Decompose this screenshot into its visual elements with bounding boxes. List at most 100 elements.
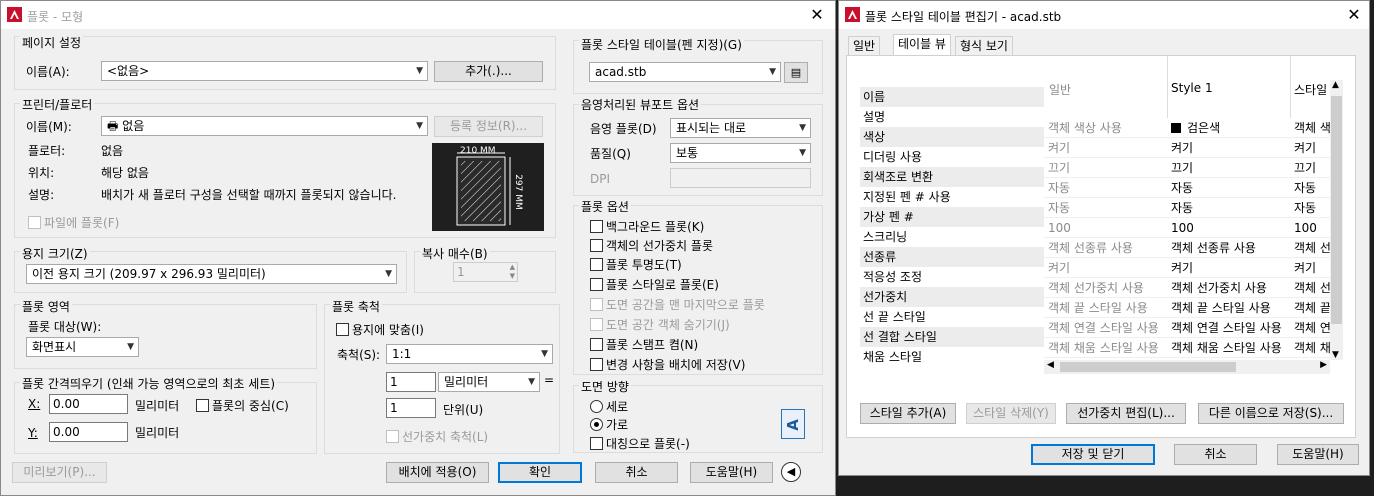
- tab-general[interactable]: 일반: [848, 36, 881, 56]
- quality-combo[interactable]: 보통 ▼: [670, 143, 811, 163]
- scroll-up-icon[interactable]: ▲: [1332, 80, 1339, 90]
- page-setup-name-combo[interactable]: <없음> ▼: [101, 61, 428, 81]
- style-table-combo[interactable]: acad.stb ▼: [589, 62, 781, 82]
- grid-cell[interactable]: 켜기: [1044, 258, 1167, 278]
- plot-lineweights-checkbox[interactable]: 객체의 선가중치 플롯: [590, 237, 713, 254]
- tab-table-view[interactable]: 테이블 뷰: [893, 34, 951, 56]
- grid-cell[interactable]: 끄기: [1290, 158, 1330, 178]
- preview-button[interactable]: 미리보기(P)...: [12, 462, 107, 483]
- page-setup-add-button[interactable]: 추가(.)...: [434, 61, 543, 82]
- horizontal-scrollbar[interactable]: ◀ ▶: [1044, 360, 1330, 374]
- hide-paperspace-objects-checkbox[interactable]: 도면 공간 객체 숨기기(J): [590, 316, 730, 333]
- editor-help-button[interactable]: 도움말(H): [1277, 444, 1359, 465]
- plot-what-combo[interactable]: 화면표시 ▼: [26, 337, 139, 357]
- scrollbar-thumb[interactable]: [1331, 96, 1342, 324]
- plot-paperspace-last-checkbox[interactable]: 도면 공간을 맨 마지막으로 플롯: [590, 296, 765, 313]
- scroll-down-icon[interactable]: ▼: [1332, 350, 1339, 360]
- save-as-button[interactable]: 다른 이름으로 저장(S)...: [1198, 403, 1344, 424]
- fit-to-paper-checkbox[interactable]: 용지에 맞춤(I): [336, 321, 424, 338]
- grid-cell[interactable]: 객체 선: [1290, 278, 1330, 298]
- ok-button[interactable]: 확인: [498, 462, 582, 483]
- grid-cell[interactable]: 객체 채: [1290, 338, 1330, 358]
- grid-cell[interactable]: 객체 채움 스타일 사용: [1044, 338, 1167, 358]
- cancel-button[interactable]: 취소: [595, 462, 678, 483]
- grid-cell[interactable]: 객체 색: [1290, 118, 1330, 138]
- scale-units-input[interactable]: 1: [386, 398, 436, 418]
- edit-lineweights-button[interactable]: 선가중치 편집(L)...: [1066, 403, 1186, 424]
- grid-cell[interactable]: 자동: [1167, 198, 1290, 218]
- grid-cell[interactable]: 100: [1290, 218, 1330, 238]
- grid-cell[interactable]: 끄기: [1044, 158, 1167, 178]
- printer-name-combo[interactable]: 🖶 없음 ▼: [101, 116, 428, 136]
- portrait-radio[interactable]: 세로: [590, 398, 628, 415]
- grid-cell[interactable]: 자동: [1290, 178, 1330, 198]
- grid-cell[interactable]: 객체 색상 사용: [1044, 118, 1167, 138]
- center-plot-checkbox[interactable]: 플롯의 중심(C): [196, 397, 289, 414]
- scroll-left-icon[interactable]: ◀: [1047, 360, 1054, 370]
- close-icon[interactable]: ✕: [807, 5, 827, 25]
- scale-combo[interactable]: 1:1 ▼: [386, 344, 553, 364]
- plot-transparency-checkbox[interactable]: 플롯 투명도(T): [590, 256, 682, 273]
- grid-cell[interactable]: 켜기: [1167, 138, 1290, 158]
- delete-style-button[interactable]: 스타일 삭제(Y): [966, 403, 1056, 424]
- style-editor-title: 플롯 스타일 테이블 편집기 - acad.stb: [865, 10, 1062, 24]
- grid-cell[interactable]: 켜기: [1044, 138, 1167, 158]
- grid-cell[interactable]: 객체 끝 스타일 사용: [1167, 298, 1290, 318]
- shade-plot-combo[interactable]: 표시되는 대로 ▼: [670, 118, 811, 138]
- collapse-options-icon[interactable]: ◀: [781, 462, 801, 482]
- vertical-scrollbar[interactable]: ▲ ▼: [1330, 80, 1343, 360]
- offset-x-input[interactable]: 0.00: [49, 394, 128, 414]
- close-icon[interactable]: ✕: [1344, 5, 1364, 25]
- shade-plot-value: 표시되는 대로: [676, 121, 747, 135]
- grid-cell[interactable]: 100: [1167, 218, 1290, 238]
- scrollbar-thumb[interactable]: [1060, 362, 1236, 372]
- grid-cell[interactable]: 객체 선종류 사용: [1044, 238, 1167, 258]
- grid-cell[interactable]: 객체 끝 스타일 사용: [1044, 298, 1167, 318]
- grid-cell[interactable]: 켜기: [1290, 138, 1330, 158]
- row-label: 지정된 펜 # 사용: [863, 190, 951, 204]
- help-button[interactable]: 도움말(H): [690, 462, 773, 483]
- copies-input[interactable]: 1 ▲ ▼: [453, 262, 518, 282]
- grid-cell[interactable]: 객체 연: [1290, 318, 1330, 338]
- style-table-edit-button[interactable]: ▤: [784, 62, 808, 83]
- grid-cell[interactable]: 자동: [1167, 178, 1290, 198]
- grid-cell[interactable]: 자동: [1290, 198, 1330, 218]
- save-and-close-button[interactable]: 저장 및 닫기: [1031, 444, 1155, 465]
- apply-to-layout-button[interactable]: 배치에 적용(O): [386, 462, 489, 483]
- upside-down-checkbox[interactable]: 대칭으로 플롯(-): [590, 435, 690, 452]
- scroll-right-icon[interactable]: ▶: [1320, 360, 1327, 370]
- grid-cell[interactable]: 100: [1044, 218, 1167, 238]
- scale-mm-input[interactable]: 1: [386, 372, 436, 392]
- plot-with-styles-checkbox[interactable]: 플롯 스타일로 플롯(E): [590, 276, 719, 293]
- plot-to-file-checkbox[interactable]: 파일에 플롯(F): [28, 214, 119, 231]
- add-style-button[interactable]: 스타일 추가(A): [860, 403, 956, 424]
- grid-cell[interactable]: 객체 끝: [1290, 298, 1330, 318]
- grid-cell[interactable]: 끄기: [1167, 158, 1290, 178]
- scale-lineweights-checkbox[interactable]: 선가중치 축척(L): [386, 428, 488, 445]
- grid-cell[interactable]: 객체 연결 스타일 사용: [1044, 318, 1167, 338]
- grid-cell[interactable]: 객체 선종류 사용: [1167, 238, 1290, 258]
- grid-cell[interactable]: 객체 선가중치 사용: [1044, 278, 1167, 298]
- shade-plot-label: 음영 플롯(D): [590, 122, 657, 136]
- landscape-radio[interactable]: 가로: [590, 416, 628, 433]
- grid-cell[interactable]: 자동: [1044, 198, 1167, 218]
- paper-size-combo[interactable]: 이전 용지 크기 (209.97 x 296.93 밀리미터) ▼: [26, 264, 397, 284]
- grid-cell[interactable]: 검은색: [1167, 118, 1290, 138]
- printer-properties-button[interactable]: 등록 정보(R)...: [434, 116, 543, 137]
- grid-cell[interactable]: 객체 선가중치 사용: [1167, 278, 1290, 298]
- grid-cell[interactable]: 객체 연결 스타일 사용: [1167, 318, 1290, 338]
- offset-y-input[interactable]: 0.00: [49, 422, 128, 442]
- scale-unit-combo[interactable]: 밀리미터 ▼: [438, 372, 540, 392]
- plot-stamp-checkbox[interactable]: 플롯 스탬프 켬(N): [590, 336, 698, 353]
- grid-cell[interactable]: 켜기: [1167, 258, 1290, 278]
- background-plot-checkbox[interactable]: 백그라운드 플롯(K): [590, 218, 704, 235]
- spinner-icon[interactable]: ▲ ▼: [510, 263, 515, 281]
- dpi-input[interactable]: [670, 168, 811, 188]
- grid-cell[interactable]: 자동: [1044, 178, 1167, 198]
- grid-cell[interactable]: 켜기: [1290, 258, 1330, 278]
- grid-cell[interactable]: 객체 채움 스타일 사용: [1167, 338, 1290, 358]
- save-changes-checkbox[interactable]: 변경 사항을 배치에 저장(V): [590, 356, 745, 373]
- editor-cancel-button[interactable]: 취소: [1174, 444, 1257, 465]
- tab-form-view[interactable]: 형식 보기: [955, 36, 1013, 56]
- grid-cell[interactable]: 객체 선: [1290, 238, 1330, 258]
